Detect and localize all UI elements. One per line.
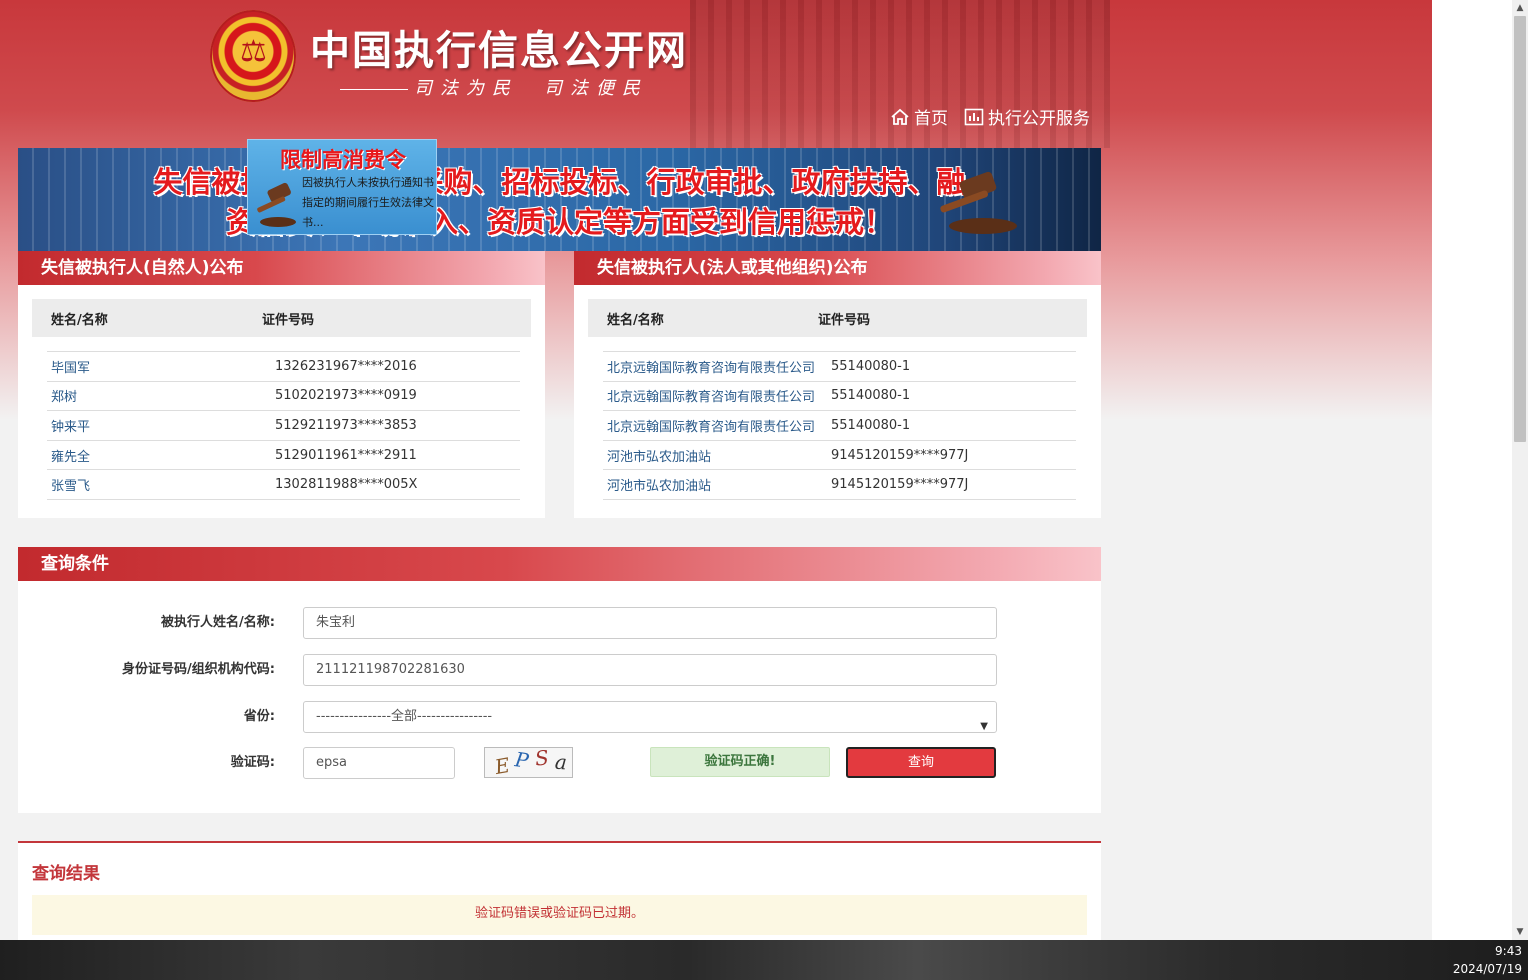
id-number: 5129011961****2911	[275, 447, 417, 463]
table-row: 北京远翰国际教育咨询有限责任公司 55140080-1	[603, 382, 1076, 412]
person-name-link[interactable]: 张雪飞	[47, 475, 275, 494]
popup-title: 限制高消费令	[280, 147, 406, 172]
result-title: 查询结果	[32, 864, 100, 884]
province-row: 省份: ----------------全部---------------- ▼	[18, 701, 1101, 733]
org-code: 55140080-1	[831, 417, 911, 433]
table-row: 毕国军 1326231967****2016	[47, 352, 520, 382]
natural-person-panel: 失信被执行人(自然人)公布 姓名/名称 证件号码 毕国军 1326231967**…	[18, 251, 545, 518]
chart-icon	[964, 108, 984, 126]
org-code: 55140080-1	[831, 358, 911, 374]
vertical-scrollbar[interactable]: ▲ ▼	[1512, 0, 1528, 940]
name-input[interactable]: 朱宝利	[303, 607, 997, 639]
captcha-label: 验证码:	[230, 755, 275, 770]
scroll-down-arrow-icon[interactable]: ▼	[1512, 924, 1528, 940]
right-gutter	[1432, 0, 1512, 940]
nav-home-label: 首页	[914, 109, 948, 129]
clock-time: 9:43	[1495, 944, 1522, 958]
natural-person-table-header: 姓名/名称 证件号码	[32, 299, 531, 337]
id-row: 身份证号码/组织机构代码: 211121198702281630	[18, 654, 1101, 686]
legal-entity-table-header: 姓名/名称 证件号码	[588, 299, 1087, 337]
popup-gavel-icon	[257, 182, 296, 227]
natural-person-list: 毕国军 1326231967****2016 郑树 5102021973****09…	[47, 351, 520, 500]
id-number: 1326231967****2016	[275, 358, 417, 374]
top-navigation: 首页 执行公开服务	[890, 104, 1090, 129]
nav-execution-service-label: 执行公开服务	[988, 109, 1090, 129]
nav-home-link[interactable]: 首页	[890, 104, 948, 129]
captcha-char: P	[513, 747, 531, 773]
query-form-title: 查询条件	[18, 547, 1101, 581]
column-header-id: 证件号码	[818, 312, 871, 328]
captcha-input[interactable]: epsa	[303, 747, 455, 779]
captcha-status-badge: 验证码正确!	[650, 747, 830, 777]
id-number-input[interactable]: 211121198702281630	[303, 654, 997, 686]
legal-entity-panel-title: 失信被执行人(法人或其他组织)公布	[574, 251, 1101, 285]
home-icon	[890, 108, 910, 126]
table-row: 河池市弘农加油站 9145120159****977J	[603, 441, 1076, 471]
captcha-char: S	[533, 745, 550, 771]
id-number: 5102021973****0919	[275, 388, 417, 404]
table-row: 河池市弘农加油站 9145120159****977J	[603, 470, 1076, 500]
legal-entity-panel: 失信被执行人(法人或其他组织)公布 姓名/名称 证件号码 北京远翰国际教育咨询有…	[574, 251, 1101, 518]
site-title: 中国执行信息公开网	[310, 27, 688, 74]
legal-entity-list: 北京远翰国际教育咨询有限责任公司 55140080-1 北京远翰国际教育咨询有限责…	[603, 351, 1076, 500]
query-form: 查询条件 被执行人姓名/名称: 朱宝利 身份证号码/组织机构代码: 211121…	[18, 547, 1101, 813]
province-selected-value: ----------------全部----------------	[316, 709, 493, 724]
site-header: ⚖ 中国执行信息公开网 司法为民 司法便民 首页 执行公开服务	[0, 0, 1432, 148]
captcha-char: E	[493, 752, 512, 780]
os-taskbar: 9:43 2024/07/19	[0, 940, 1528, 980]
scrollbar-thumb[interactable]	[1514, 16, 1526, 442]
table-row: 郑树 5102021973****0919	[47, 382, 520, 412]
chevron-down-icon: ▼	[980, 721, 988, 732]
entity-name-link[interactable]: 北京远翰国际教育咨询有限责任公司	[603, 416, 831, 435]
column-header-name: 姓名/名称	[607, 312, 664, 328]
query-button[interactable]: 查询	[846, 747, 996, 778]
scroll-up-arrow-icon[interactable]: ▲	[1512, 0, 1528, 16]
scales-of-justice-icon: ⚖	[240, 34, 267, 69]
person-name-link[interactable]: 毕国军	[47, 357, 275, 376]
court-emblem-icon: ⚖	[210, 10, 296, 102]
taskbar-clock[interactable]: 9:43 2024/07/19	[1453, 942, 1522, 978]
org-code: 9145120159****977J	[831, 477, 969, 493]
entity-name-link[interactable]: 河池市弘农加油站	[603, 446, 831, 465]
entity-name-link[interactable]: 北京远翰国际教育咨询有限责任公司	[603, 386, 831, 405]
table-row: 钟来平 5129211973****3853	[47, 411, 520, 441]
table-row: 北京远翰国际教育咨询有限责任公司 55140080-1	[603, 411, 1076, 441]
entity-name-link[interactable]: 河池市弘农加油站	[603, 475, 831, 494]
table-row: 雍先全 5129011961****2911	[47, 441, 520, 471]
result-error-message: 验证码错误或验证码已过期。	[32, 895, 1087, 935]
clock-date: 2024/07/19	[1452, 962, 1522, 976]
credit-punishment-banner[interactable]: 失信被执行人在政府采购、招标投标、行政审批、政府扶持、融 资信贷、市场准入、资质…	[18, 148, 1101, 251]
org-code: 55140080-1	[831, 388, 911, 404]
column-header-name: 姓名/名称	[51, 312, 108, 328]
restriction-order-popup[interactable]: 限制高消费令 因被执行人未按执行通知书指定的期间履行生效法律文书...	[247, 139, 437, 235]
province-label: 省份:	[243, 709, 275, 724]
org-code: 9145120159****977J	[831, 447, 969, 463]
captcha-char: a	[554, 749, 568, 775]
person-name-link[interactable]: 雍先全	[47, 446, 275, 465]
province-select[interactable]: ----------------全部---------------- ▼	[303, 701, 997, 733]
gavel-icon	[940, 171, 1017, 234]
captcha-row: 验证码: epsa E P S a 验证码正确! 查询	[18, 745, 1101, 780]
entity-name-link[interactable]: 北京远翰国际教育咨询有限责任公司	[603, 357, 831, 376]
name-label: 被执行人姓名/名称:	[161, 615, 275, 630]
person-name-link[interactable]: 钟来平	[47, 416, 275, 435]
id-number: 1302811988****005X	[275, 477, 418, 493]
name-row: 被执行人姓名/名称: 朱宝利	[18, 607, 1101, 639]
id-number: 5129211973****3853	[275, 417, 417, 433]
popup-body: 因被执行人未按执行通知书指定的期间履行生效法律文书...	[302, 176, 434, 229]
table-row: 北京远翰国际教育咨询有限责任公司 55140080-1	[603, 352, 1076, 382]
person-name-link[interactable]: 郑树	[47, 386, 275, 405]
id-label: 身份证号码/组织机构代码:	[122, 662, 275, 677]
query-result-panel: 查询结果 验证码错误或验证码已过期。	[18, 841, 1101, 940]
column-header-id: 证件号码	[262, 312, 315, 328]
table-row: 张雪飞 1302811988****005X	[47, 470, 520, 500]
nav-execution-service-link[interactable]: 执行公开服务	[964, 104, 1090, 129]
natural-person-panel-title: 失信被执行人(自然人)公布	[18, 251, 545, 285]
captcha-image[interactable]: E P S a	[484, 745, 573, 780]
site-slogan: 司法为民 司法便民	[340, 74, 670, 100]
